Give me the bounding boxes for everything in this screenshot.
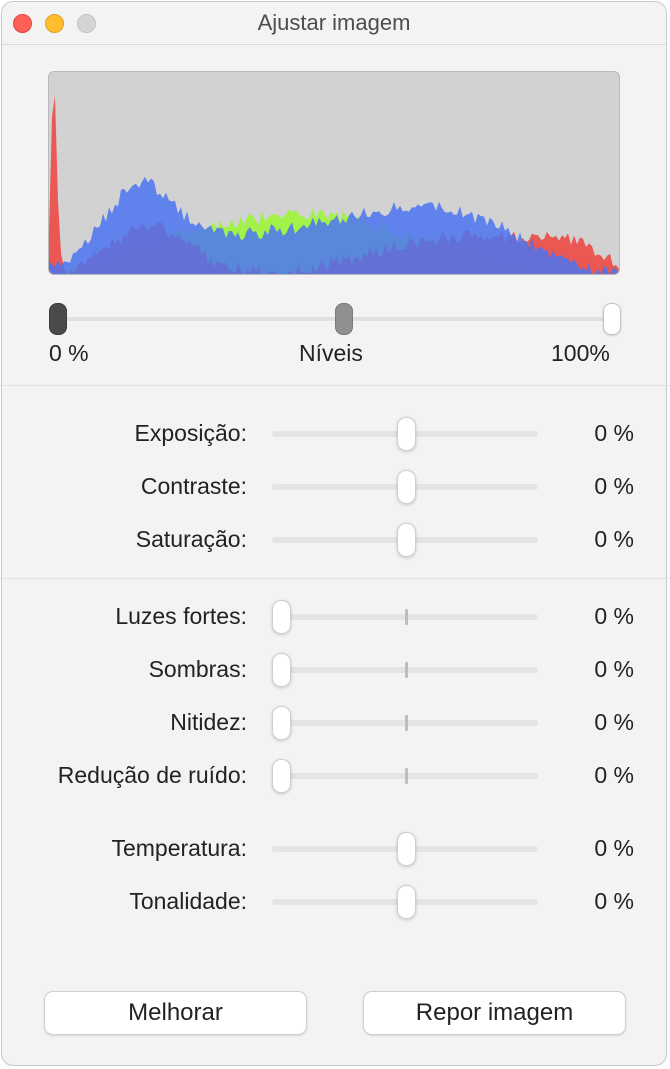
divider: [0, 385, 670, 386]
levels-min-label: 0 %: [49, 340, 89, 366]
window-title: Ajustar imagem: [257, 10, 411, 35]
temperature-label: Temperatura:: [111, 835, 247, 861]
saturation-label: Saturação:: [135, 526, 247, 552]
enhance-button[interactable]: Melhorar: [44, 991, 307, 1035]
sharpness-value: 0 %: [594, 709, 634, 735]
sharpness-label: Nitidez:: [170, 709, 247, 735]
tint-value: 0 %: [594, 888, 634, 914]
levels-black-point-handle[interactable]: [49, 303, 67, 335]
noise-reduction-center-tick: [405, 768, 408, 784]
exposure-slider-knob[interactable]: [397, 417, 416, 451]
exposure-value: 0 %: [594, 420, 634, 446]
sharpness-slider-knob[interactable]: [272, 706, 291, 740]
shadows-center-tick: [405, 662, 408, 678]
levels-white-point-handle[interactable]: [603, 303, 621, 335]
exposure-label: Exposição:: [134, 420, 247, 446]
contrast-value: 0 %: [594, 473, 634, 499]
tint-label: Tonalidade:: [129, 888, 247, 914]
highlights-center-tick: [405, 609, 408, 625]
noise-reduction-slider-knob[interactable]: [272, 759, 291, 793]
highlights-label: Luzes fortes:: [115, 603, 247, 629]
title-bar: Ajustar imagem: [2, 2, 666, 45]
noise-reduction-value: 0 %: [594, 762, 634, 788]
histogram-blue-channel: [49, 176, 619, 274]
levels-label: Níveis: [299, 340, 363, 366]
highlights-value: 0 %: [594, 603, 634, 629]
shadows-slider-knob[interactable]: [272, 653, 291, 687]
saturation-slider-knob[interactable]: [397, 523, 416, 557]
histogram: [48, 71, 620, 275]
noise-reduction-label: Redução de ruído:: [57, 762, 247, 788]
highlights-slider-knob[interactable]: [272, 600, 291, 634]
temperature-value: 0 %: [594, 835, 634, 861]
sharpness-center-tick: [405, 715, 408, 731]
contrast-label: Contraste:: [140, 473, 247, 499]
levels-midpoint-handle[interactable]: [335, 303, 353, 335]
shadows-value: 0 %: [594, 656, 634, 682]
saturation-value: 0 %: [594, 526, 634, 552]
tint-slider-knob[interactable]: [397, 885, 416, 919]
contrast-slider-knob[interactable]: [397, 470, 416, 504]
histogram-graph: [49, 95, 619, 274]
temperature-slider-knob[interactable]: [397, 832, 416, 866]
reset-image-button[interactable]: Repor imagem: [363, 991, 626, 1035]
divider: [0, 578, 670, 579]
levels-max-label: 100%: [551, 340, 610, 366]
shadows-label: Sombras:: [148, 656, 247, 682]
